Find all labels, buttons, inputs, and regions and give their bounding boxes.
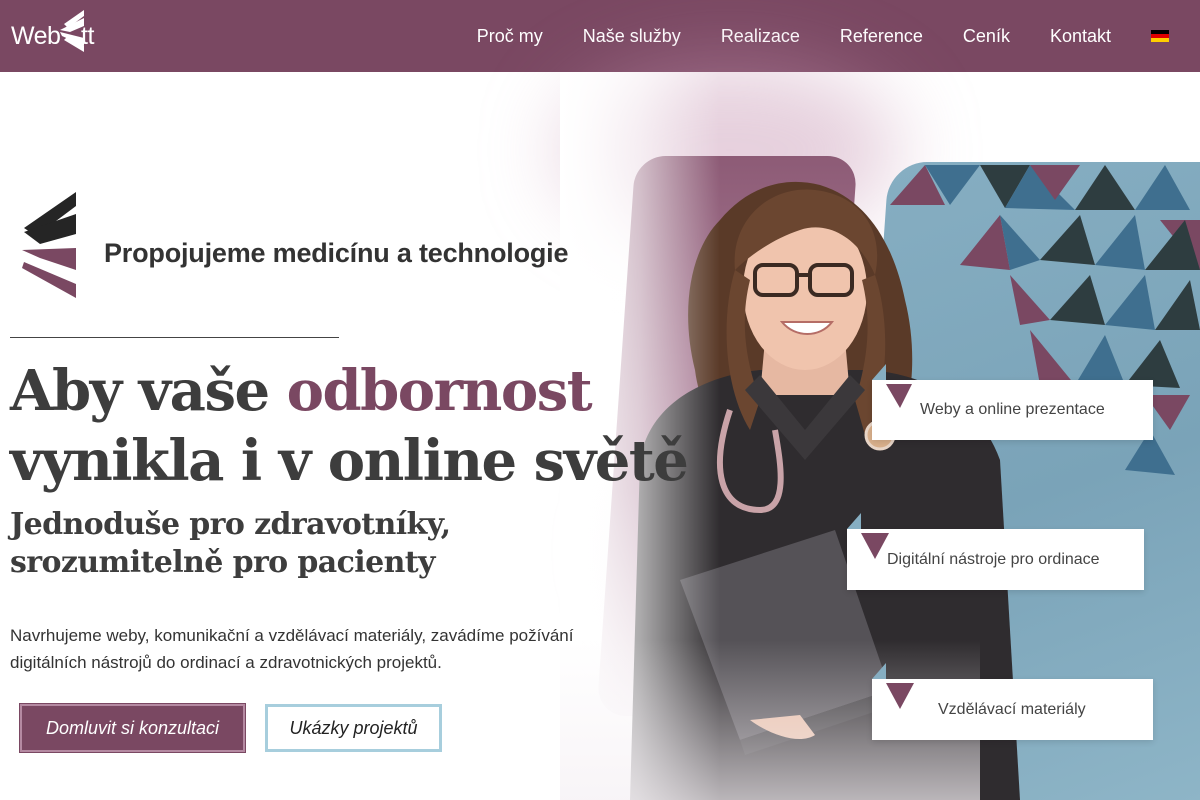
headline-text: Aby vaše bbox=[10, 358, 287, 424]
subhead-line1: Jednoduše pro zdravotníky, bbox=[10, 507, 451, 542]
headline-line2: vynikla i v online světě bbox=[10, 428, 689, 494]
nav-kontakt[interactable]: Kontakt bbox=[1050, 26, 1111, 47]
nav-proc-my[interactable]: Proč my bbox=[477, 26, 543, 47]
site-header: Web tt Proč my Naše služby Realizace Ref… bbox=[0, 0, 1200, 72]
site-logo[interactable]: Web tt bbox=[11, 10, 111, 54]
hero-description: Navrhujeme weby, komunikační a vzdělávac… bbox=[10, 622, 630, 676]
logo-text-left: Web bbox=[11, 22, 61, 50]
description-line1: Navrhujeme weby, komunikační a vzdělávac… bbox=[10, 626, 574, 645]
german-flag-icon[interactable] bbox=[1151, 30, 1169, 42]
main-nav: Proč my Naše služby Realizace Reference … bbox=[477, 0, 1200, 72]
nav-nase-sluzby[interactable]: Naše služby bbox=[583, 26, 681, 47]
hero-headline: Aby vaše odbornost vynikla i v online sv… bbox=[10, 356, 689, 496]
service-label: Vzdělávací materiály bbox=[938, 700, 1086, 718]
tagline: Propojujeme medicínu a technologie bbox=[104, 238, 569, 268]
logo-text-right: tt bbox=[81, 22, 94, 50]
service-label: Digitální nástroje pro ordinace bbox=[887, 550, 1100, 568]
nav-cenik[interactable]: Ceník bbox=[963, 26, 1010, 47]
headline-accent: odbornost bbox=[286, 358, 593, 424]
book-consultation-button[interactable]: Domluvit si konzultaci bbox=[20, 704, 245, 752]
triangle-icon bbox=[847, 513, 889, 559]
brand-chevron-icon bbox=[22, 192, 76, 298]
hero-subheadline: Jednoduše pro zdravotníky, srozumitelně … bbox=[10, 506, 451, 582]
service-label: Weby a online prezentace bbox=[920, 401, 1105, 418]
description-line2: digitálních nástrojů do ordinací a zdrav… bbox=[10, 653, 442, 672]
nav-reference[interactable]: Reference bbox=[840, 26, 923, 47]
project-samples-button[interactable]: Ukázky projektů bbox=[265, 704, 442, 752]
triangle-icon bbox=[872, 663, 914, 709]
service-card-education[interactable]: Vzdělávací materiály bbox=[872, 663, 1153, 740]
triangle-icon bbox=[872, 364, 912, 408]
service-card-web[interactable]: Weby a online prezentace bbox=[872, 364, 1153, 440]
service-card-digital[interactable]: Digitální nástroje pro ordinace bbox=[847, 513, 1144, 590]
nav-realizace[interactable]: Realizace bbox=[721, 26, 800, 47]
divider bbox=[10, 337, 339, 338]
subhead-line2: srozumitelně pro pacienty bbox=[10, 545, 435, 580]
